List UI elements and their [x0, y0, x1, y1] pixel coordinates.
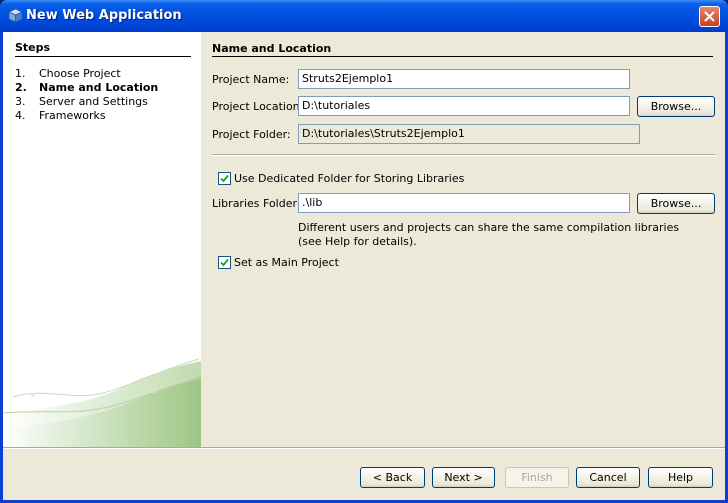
step-item-current: 2. Name and Location — [15, 81, 159, 94]
section-divider — [212, 56, 713, 57]
project-folder-field: D:\tutoriales\Struts2Ejemplo1 — [298, 124, 640, 144]
steps-divider — [15, 56, 191, 57]
main-panel: Name and Location Project Name: Struts2E… — [201, 32, 725, 447]
main-project-label[interactable]: Set as Main Project — [234, 256, 339, 269]
close-icon — [704, 11, 715, 22]
main-project-checkbox[interactable] — [218, 256, 231, 269]
libraries-folder-input[interactable]: .\lib — [298, 193, 630, 213]
libraries-folder-label: Libraries Folder: — [212, 197, 301, 210]
step-item: 3. Server and Settings — [15, 95, 148, 108]
back-button[interactable]: < Back — [360, 467, 425, 488]
browse-libraries-button[interactable]: Browse... — [637, 193, 715, 214]
project-name-input[interactable]: Struts2Ejemplo1 — [298, 69, 630, 89]
steps-panel: Steps 1. Choose Project 2. Name and Locati… — [3, 32, 201, 447]
footer-separator — [3, 447, 725, 449]
steps-list: 1. Choose Project 2. Name and Location 3. S… — [15, 67, 158, 123]
cube-icon — [8, 8, 23, 23]
project-location-label: Project Location: — [212, 100, 304, 113]
dedicated-folder-checkbox[interactable] — [218, 172, 231, 185]
checkmark-icon — [220, 258, 229, 267]
project-location-input[interactable]: D:\tutoriales — [298, 96, 630, 116]
browse-location-button[interactable]: Browse... — [637, 96, 715, 117]
libraries-help-text: Different users and projects can share t… — [298, 221, 680, 248]
steps-heading: Steps — [15, 41, 51, 54]
project-folder-label: Project Folder: — [212, 128, 291, 141]
next-button[interactable]: Next > — [432, 467, 495, 488]
decorative-swirl-image — [3, 358, 201, 447]
cancel-button[interactable]: Cancel — [576, 467, 640, 488]
dedicated-folder-label[interactable]: Use Dedicated Folder for Storing Librari… — [234, 172, 464, 185]
dialog-window: New Web Application Steps 1. Choose Proje… — [0, 0, 728, 503]
help-button[interactable]: Help — [648, 467, 713, 488]
finish-button[interactable]: Finish — [505, 467, 569, 488]
project-name-label: Project Name: — [212, 73, 290, 86]
window-title: New Web Application — [26, 8, 182, 23]
separator — [212, 154, 715, 156]
step-item: 1. Choose Project — [15, 67, 121, 80]
section-title: Name and Location — [212, 42, 332, 55]
close-button[interactable] — [699, 6, 720, 27]
checkmark-icon — [220, 174, 229, 183]
step-item: 4. Frameworks — [15, 109, 106, 122]
title-bar[interactable]: New Web Application — [0, 0, 728, 32]
